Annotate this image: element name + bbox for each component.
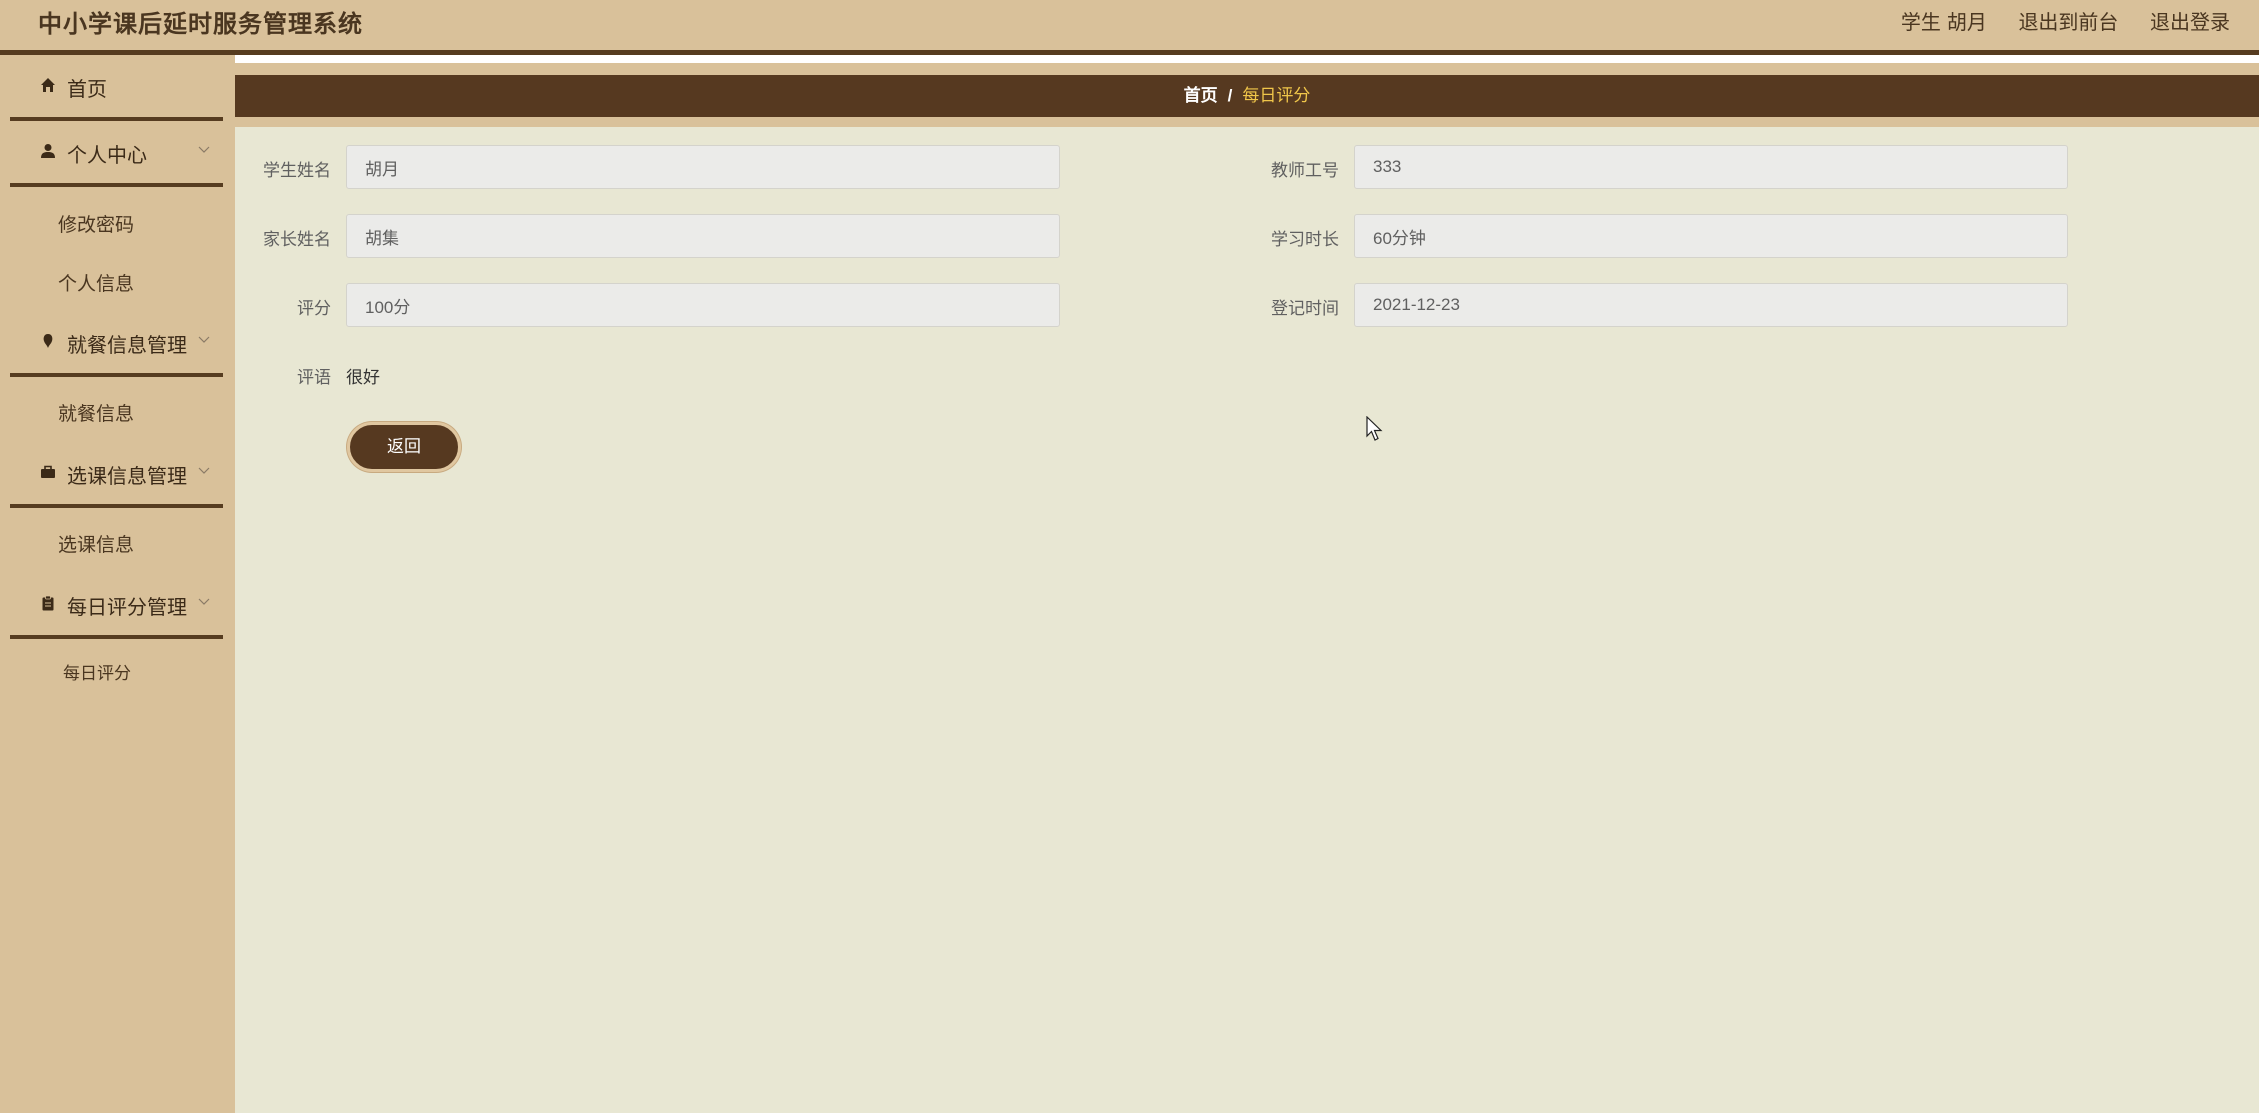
score-label: 评分 (297, 299, 331, 318)
sidebar-group-label: 每日评分管理 (67, 597, 187, 619)
study-duration-field[interactable] (1354, 214, 2068, 258)
home-icon (41, 78, 55, 92)
breadcrumb: 首页 / 每日评分 (235, 75, 2259, 117)
comment-value: 很好 (346, 368, 380, 387)
top-right-nav: 学生 胡月 退出到前台 退出登录 (1875, 6, 2230, 35)
app-title: 中小学课后延时服务管理系统 (38, 11, 363, 38)
back-button[interactable]: 返回 (347, 422, 461, 472)
user-icon (41, 144, 55, 158)
user-role: 学生 (1900, 12, 1941, 34)
sidebar-group-personal-center[interactable]: 个人中心 (10, 121, 223, 187)
sidebar: 首页 个人中心 修改密码 个人信息 就餐信息管理 就餐信息 选课信息管理 选课信 (0, 55, 235, 1113)
top-bar: 中小学课后延时服务管理系统 学生 胡月 退出到前台 退出登录 (0, 0, 2259, 55)
student-name-field[interactable] (346, 145, 1060, 189)
sidebar-group-label: 选课信息管理 (67, 466, 187, 488)
sidebar-item-label: 首页 (67, 79, 107, 101)
register-time-field[interactable] (1354, 283, 2068, 327)
header-band (235, 63, 2259, 75)
chevron-down-icon (198, 336, 210, 343)
score-field[interactable] (346, 283, 1060, 327)
breadcrumb-separator: / (1227, 86, 1233, 105)
mouse-cursor-icon (1366, 416, 1383, 441)
sidebar-item-change-password[interactable]: 修改密码 (58, 210, 134, 237)
sidebar-item-personal-info[interactable]: 个人信息 (58, 269, 134, 296)
breadcrumb-current: 每日评分 (1242, 86, 1311, 105)
logout-link[interactable]: 退出登录 (2150, 12, 2230, 34)
clipboard-icon (42, 595, 54, 611)
sidebar-item-course-selection-info[interactable]: 选课信息 (58, 530, 134, 557)
main-top-strip (235, 55, 2259, 63)
sidebar-item-home[interactable]: 首页 (10, 55, 223, 121)
sidebar-item-daily-score[interactable]: 每日评分 (63, 659, 131, 684)
user-name: 胡月 (1946, 12, 1987, 34)
sidebar-group-meal-management[interactable]: 就餐信息管理 (10, 311, 223, 377)
teacher-id-label: 教师工号 (1271, 161, 1339, 180)
parent-name-field[interactable] (346, 214, 1060, 258)
study-duration-label: 学习时长 (1271, 230, 1339, 249)
sidebar-group-daily-score-management[interactable]: 每日评分管理 (10, 573, 223, 639)
sidebar-group-course-selection-management[interactable]: 选课信息管理 (10, 442, 223, 508)
sidebar-item-meal-info[interactable]: 就餐信息 (58, 399, 134, 426)
chevron-down-icon (198, 467, 210, 474)
student-name-label: 学生姓名 (263, 161, 331, 180)
register-time-label: 登记时间 (1271, 299, 1339, 318)
teacher-id-field[interactable] (1354, 145, 2068, 189)
chevron-down-icon (198, 598, 210, 605)
sidebar-group-label: 就餐信息管理 (67, 335, 187, 357)
exit-to-front-link[interactable]: 退出到前台 (2018, 12, 2118, 34)
breadcrumb-home[interactable]: 首页 (1184, 86, 1218, 105)
parent-name-label: 家长姓名 (263, 230, 331, 249)
sidebar-group-label: 个人中心 (67, 145, 147, 167)
breadcrumb-bottom-band (235, 117, 2259, 127)
main-content: 首页 / 每日评分 学生姓名 教师工号 家长姓名 学习时长 评分 登记时间 评语 很… (235, 55, 2259, 1113)
briefcase-icon (41, 465, 55, 478)
meal-icon (43, 334, 53, 348)
chevron-down-icon (198, 146, 210, 153)
comment-label: 评语 (297, 368, 331, 387)
